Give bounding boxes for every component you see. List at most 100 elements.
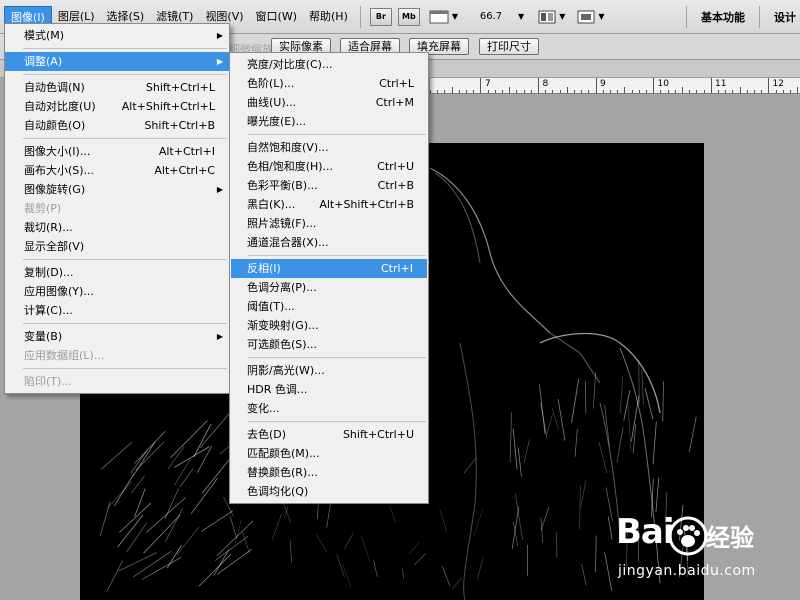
ruler-tick [488, 90, 489, 93]
edge-stroke [118, 553, 156, 572]
edge-stroke [171, 421, 208, 458]
ruler-tick [783, 90, 784, 93]
menu-item-反相[interactable]: 反相(I) Ctrl+I [231, 259, 427, 278]
workspace-essentials[interactable]: 基本功能 [701, 9, 745, 25]
zoom-chevron-down-icon[interactable]: ▼ [518, 12, 524, 21]
edge-stroke [642, 369, 644, 404]
ruler-tick [761, 90, 762, 93]
menu-item-画布大小[interactable]: 画布大小(S)... Alt+Ctrl+C [5, 161, 229, 180]
menu-item-变化[interactable]: 变化... [230, 399, 428, 418]
ruler-tick [632, 90, 633, 93]
edge-stroke [689, 417, 696, 453]
menu-item-通道混合器[interactable]: 通道混合器(X)... [230, 233, 428, 252]
edge-stroke [142, 557, 181, 579]
menu-item-图像旋转[interactable]: 图像旋转(G) ▶ [5, 180, 229, 199]
ruler-tick [718, 90, 719, 93]
mini-bridge-button[interactable]: Mb [398, 8, 420, 26]
menu-item-shortcut: Ctrl+I [381, 259, 413, 278]
menu-item-label: 自然饱和度(V)... [247, 141, 329, 154]
menu-item-亮度-对比度[interactable]: 亮度/对比度(C)... [230, 55, 428, 74]
watermark-brand: Bai [616, 512, 674, 552]
menu-item-变量[interactable]: 变量(B) ▶ [5, 327, 229, 346]
ruler-tick [790, 90, 791, 93]
menu-item-label: 色彩平衡(B)... [247, 179, 318, 192]
edge-stroke [191, 478, 217, 514]
menu-item-曲线[interactable]: 曲线(U)... Ctrl+M [230, 93, 428, 112]
edge-stroke [452, 578, 462, 590]
menu-item-色相-饱和度[interactable]: 色相/饱和度(H)... Ctrl+U [230, 157, 428, 176]
submenu-arrow-icon: ▶ [217, 26, 223, 45]
ruler-label: 7 [485, 79, 491, 89]
menu-item-图像大小[interactable]: 图像大小(I)... Alt+Ctrl+I [5, 142, 229, 161]
menu-item-渐变映射[interactable]: 渐变映射(G)... [230, 316, 428, 335]
ruler-tick [617, 90, 618, 93]
menu-item-显示全部[interactable]: 显示全部(V) [5, 237, 229, 256]
menu-item-调整[interactable]: 调整(A) ▶ [5, 52, 229, 71]
edge-stroke [580, 486, 581, 529]
menu-item-hdr-色调[interactable]: HDR 色调... [230, 380, 428, 399]
menu-item-色调均化[interactable]: 色调均化(Q) [230, 482, 428, 501]
edge-stroke [390, 506, 396, 522]
menu-item-黑白[interactable]: 黑白(K)... Alt+Shift+Ctrl+B [230, 195, 428, 214]
edge-stroke [430, 168, 550, 333]
menu-item-shortcut: Alt+Ctrl+C [154, 161, 215, 180]
ruler-tick [545, 90, 546, 93]
ruler-tick [624, 87, 625, 93]
menu-帮助[interactable]: 帮助(H) [303, 6, 354, 28]
menu-item-label: 替换颜色(R)... [247, 466, 318, 479]
menu-item-label: 变量(B) [24, 330, 62, 343]
ruler-tick [675, 90, 676, 93]
menu-item-照片滤镜[interactable]: 照片滤镜(F)... [230, 214, 428, 233]
menu-item-label: 调整(A) [24, 55, 62, 68]
menu-item-自动色调[interactable]: 自动色调(N) Shift+Ctrl+L [5, 78, 229, 97]
edge-stroke [580, 481, 585, 509]
menu-item-匹配颜色[interactable]: 匹配颜色(M)... [230, 444, 428, 463]
menu-item-去色[interactable]: 去色(D) Shift+Ctrl+U [230, 425, 428, 444]
menu-item-可选颜色[interactable]: 可选颜色(S)... [230, 335, 428, 354]
ruler-tick [567, 87, 568, 93]
workspace-design[interactable]: 设计 [774, 9, 796, 25]
edge-stroke [107, 482, 132, 509]
menu-item-色彩平衡[interactable]: 色彩平衡(B)... Ctrl+B [230, 176, 428, 195]
menu-item-自动颜色[interactable]: 自动颜色(O) Shift+Ctrl+B [5, 116, 229, 135]
edge-stroke [442, 566, 450, 585]
menu-item-应用图像[interactable]: 应用图像(Y)... [5, 282, 229, 301]
menu-item-阴影-高光[interactable]: 阴影/高光(W)... [230, 361, 428, 380]
bridge-button[interactable]: Br [370, 8, 392, 26]
menu-item-裁切[interactable]: 裁切(R)... [5, 218, 229, 237]
ruler-tick [653, 78, 654, 93]
edge-stroke [290, 540, 291, 563]
view-extras-button[interactable]: ▼ [429, 9, 458, 25]
zoom-level[interactable]: 66.7 [464, 11, 518, 22]
screen-mode-button[interactable]: ▼ [577, 9, 604, 25]
edge-stroke [617, 427, 623, 462]
arrange-documents-button[interactable]: ▼ [538, 9, 565, 25]
edge-stroke [135, 431, 166, 463]
menu-窗口[interactable]: 窗口(W) [250, 6, 303, 28]
menu-item-色调分离[interactable]: 色调分离(P)... [230, 278, 428, 297]
menu-item-色阶[interactable]: 色阶(L)... Ctrl+L [230, 74, 428, 93]
edge-stroke [556, 532, 557, 558]
menu-item-label: 亮度/对比度(C)... [247, 58, 332, 71]
edge-stroke [572, 379, 579, 422]
ruler-tick [560, 90, 561, 93]
menu-item-模式[interactable]: 模式(M) ▶ [5, 26, 229, 45]
ruler-tick [689, 90, 690, 93]
ruler-label: 11 [715, 79, 726, 89]
menu-item-复制[interactable]: 复制(D)... [5, 263, 229, 282]
menu-item-自然饱和度[interactable]: 自然饱和度(V)... [230, 138, 428, 157]
edge-stroke [663, 381, 664, 421]
edge-stroke [477, 557, 483, 580]
ruler-tick [588, 90, 589, 93]
menu-item-label: 可选颜色(S)... [247, 338, 317, 351]
menu-item-替换颜色[interactable]: 替换颜色(R)... [230, 463, 428, 482]
menu-item-计算[interactable]: 计算(C)... [5, 301, 229, 320]
menu-item-曝光度[interactable]: 曝光度(E)... [230, 112, 428, 131]
menu-item-label: 照片滤镜(F)... [247, 217, 316, 230]
print-size-button[interactable]: 打印尺寸 [479, 38, 539, 55]
edge-stroke [201, 511, 232, 532]
menu-item-label: 裁剪(P) [24, 202, 61, 215]
menu-item-裁剪: 裁剪(P) [5, 199, 229, 218]
menu-item-阈值[interactable]: 阈值(T)... [230, 297, 428, 316]
menu-item-自动对比度[interactable]: 自动对比度(U) Alt+Shift+Ctrl+L [5, 97, 229, 116]
